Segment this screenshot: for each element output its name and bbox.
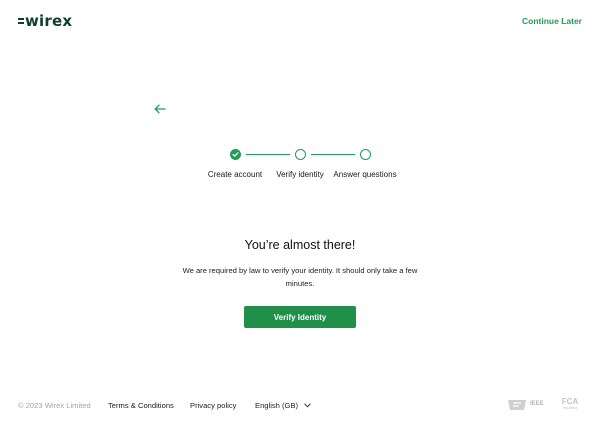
- continue-later-link[interactable]: Continue Later: [522, 16, 582, 26]
- arrow-left-icon[interactable]: [154, 104, 166, 114]
- fca-title: FCA: [561, 397, 579, 406]
- step-1-label: Create account: [207, 170, 263, 179]
- fca-subtitle: regulated: [562, 406, 578, 410]
- ieee-logo-icon: [508, 400, 526, 410]
- step-1-circle: [230, 149, 241, 160]
- step-2-label: Verify identity: [276, 170, 324, 179]
- ieee-badge: IEEE: [506, 398, 544, 412]
- page-title: You’re almost there!: [244, 238, 356, 252]
- wirex-logo[interactable]: wirex: [18, 11, 72, 31]
- progress-stepper: Create account Verify identity Answer qu…: [0, 146, 600, 186]
- step-2-circle: [295, 149, 306, 160]
- logo-mark-icon: [18, 15, 24, 27]
- verify-identity-button[interactable]: Verify Identity: [244, 306, 356, 328]
- ieee-text: IEEE: [530, 401, 544, 407]
- chevron-down-icon: [304, 403, 311, 408]
- step-3-circle: [360, 149, 371, 160]
- page-description: We are required by law to verify your id…: [182, 266, 418, 288]
- header: wirex Continue Later: [0, 0, 600, 44]
- language-select[interactable]: English (GB): [255, 401, 311, 410]
- fca-badge: FCA regulated: [557, 397, 583, 415]
- step-connector-2: [311, 154, 355, 155]
- language-label: English (GB): [255, 401, 299, 410]
- step-connector-1: [246, 154, 290, 155]
- step-3-label: Answer questions: [333, 170, 397, 179]
- terms-link[interactable]: Terms & Conditions: [108, 401, 174, 410]
- copyright-text: © 2023 Wirex Limited: [18, 401, 91, 410]
- logo-text: wirex: [25, 12, 73, 30]
- check-icon: [232, 151, 239, 157]
- privacy-link[interactable]: Privacy policy: [190, 401, 236, 410]
